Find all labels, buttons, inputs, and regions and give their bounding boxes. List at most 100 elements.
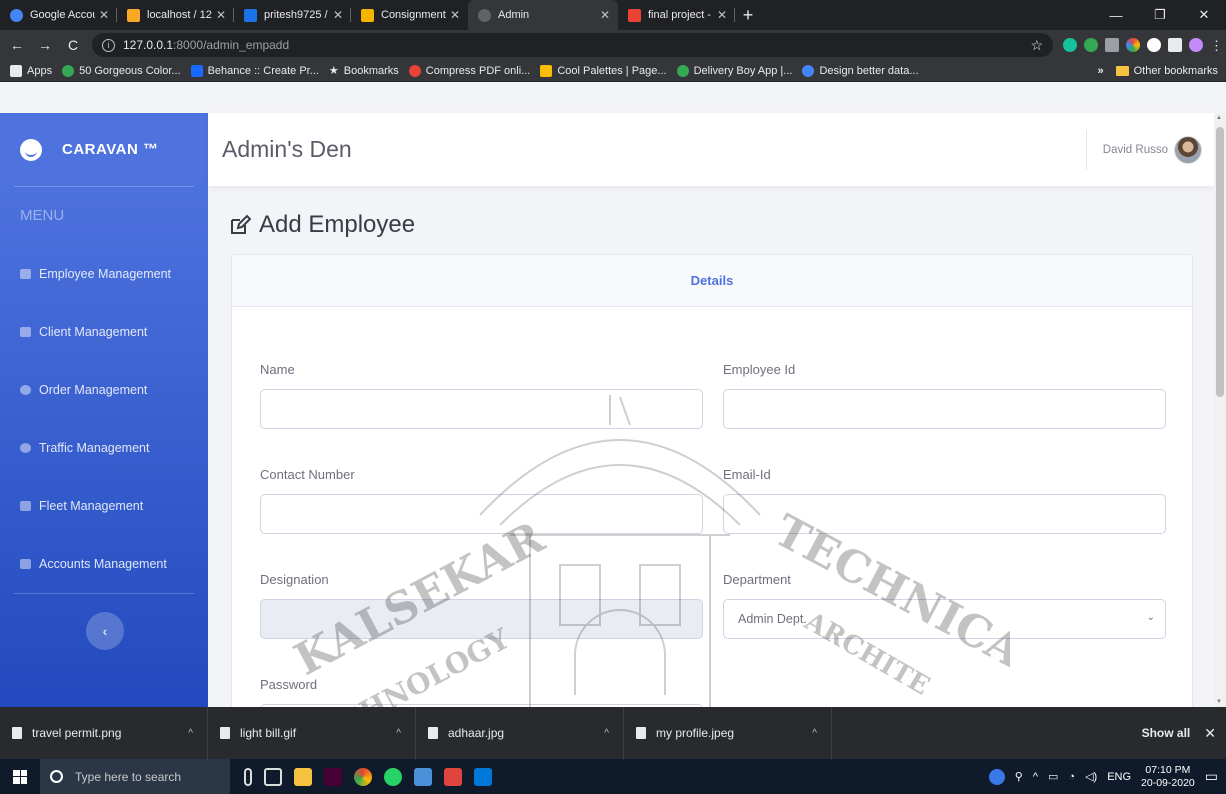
close-icon[interactable]: ✕ [333, 8, 343, 22]
bookmark-item[interactable]: Behance :: Create Pr... [190, 64, 319, 77]
bookmark-label: Bookmarks [343, 64, 399, 77]
extensions-puzzle-icon[interactable] [1168, 38, 1182, 52]
people-icon[interactable]: ⚲ [1015, 770, 1023, 783]
bookmark-label: Delivery Boy App |... [693, 64, 793, 77]
close-icon[interactable]: ✕ [717, 8, 727, 22]
chevron-up-icon[interactable]: ^ [1033, 771, 1038, 783]
bookmark-item[interactable]: Cool Palettes | Page... [540, 64, 667, 77]
grammarly-icon[interactable] [1063, 38, 1077, 52]
name-input[interactable] [260, 389, 703, 429]
chevron-up-icon[interactable]: ^ [396, 728, 401, 739]
browser-tab-consignment[interactable]: Consignment Managem ✕ [351, 0, 468, 30]
contact-number-input[interactable] [260, 494, 703, 534]
vscode-icon[interactable] [474, 767, 492, 786]
globe-icon [478, 8, 491, 22]
download-item[interactable]: travel permit.png ^ [0, 707, 208, 759]
chrome-icon[interactable] [354, 767, 372, 786]
close-icon[interactable]: ✕ [450, 8, 460, 22]
system-tray: ⚲ ^ ▭ ◔ ◁) ENG 07:10 PM 20-09-2020 ▭ [988, 764, 1226, 790]
bookmark-label: Behance :: Create Pr... [207, 64, 319, 77]
chevron-up-icon[interactable]: ^ [812, 728, 817, 739]
bookmark-item[interactable]: Compress PDF onli... [408, 64, 530, 77]
help-icon[interactable] [988, 768, 1005, 785]
scroll-down-icon[interactable]: ▼ [1216, 699, 1222, 705]
reload-icon[interactable]: C [62, 37, 84, 53]
menu-kebab-icon[interactable]: ⋮ [1210, 38, 1223, 53]
tab-label: Consignment Managem [381, 9, 446, 21]
wifi-icon[interactable]: ◔ [1068, 771, 1075, 783]
sidebar-item-accounts-management[interactable]: Accounts Management [0, 535, 208, 593]
minimize-icon[interactable]: — [1094, 0, 1138, 30]
forward-icon[interactable]: → [34, 37, 56, 53]
sidebar-item-order-management[interactable]: Order Management [0, 361, 208, 419]
language-indicator[interactable]: ENG [1107, 771, 1131, 783]
battery-icon[interactable]: ▭ [1048, 770, 1058, 783]
task-view-icon[interactable] [264, 767, 282, 786]
adobe-xd-icon[interactable] [324, 767, 342, 786]
sidebar-item-fleet-management[interactable]: Fleet Management [0, 477, 208, 535]
extension-icon[interactable] [1084, 38, 1098, 52]
browser-tab-phpmyadmin[interactable]: localhost / 127.0.0.1 / lo ✕ [117, 0, 234, 30]
browser-tab-google-account[interactable]: Google Account ✕ [0, 0, 117, 30]
whatsapp-icon[interactable] [384, 767, 402, 786]
scrollbar-thumb[interactable] [1216, 127, 1224, 397]
bookmark-item[interactable]: Delivery Boy App |... [676, 64, 793, 77]
app-icon[interactable] [414, 767, 432, 786]
back-icon[interactable]: ← [6, 37, 28, 53]
close-icon[interactable]: ✕ [1204, 725, 1216, 742]
page-scrollbar[interactable]: ▲ ▼ [1214, 113, 1226, 707]
notifications-icon[interactable]: ▭ [1205, 768, 1218, 785]
employee-id-input[interactable] [723, 389, 1166, 429]
bookmark-item[interactable]: ★ Bookmarks [329, 64, 399, 78]
close-icon[interactable]: ✕ [216, 8, 226, 22]
download-item[interactable]: my profile.jpeg ^ [624, 707, 832, 759]
file-explorer-icon[interactable] [294, 767, 312, 786]
sidebar-item-employee-management[interactable]: Employee Management [0, 245, 208, 303]
chevron-up-icon[interactable]: ^ [604, 728, 609, 739]
address-bar[interactable]: i 127.0.0.1:8000/admin_empadd ☆ [92, 33, 1053, 57]
download-item[interactable]: light bill.gif ^ [208, 707, 416, 759]
extension-icon[interactable] [1105, 38, 1119, 52]
browser-tab-github[interactable]: pritesh9725 / caravan- ✕ [234, 0, 351, 30]
folder-icon [1115, 65, 1129, 76]
designation-input[interactable] [260, 599, 703, 639]
browser-tab-admin[interactable]: Admin ✕ [468, 0, 618, 30]
browser-tab-gmail[interactable]: final project - saqib829 ✕ [618, 0, 735, 30]
windows-start-button[interactable] [0, 759, 40, 794]
info-icon[interactable]: i [102, 38, 115, 52]
sidebar-toggle-button[interactable]: ‹ [86, 612, 124, 650]
bookmark-item[interactable]: 50 Gorgeous Color... [62, 64, 181, 77]
user-menu[interactable]: David Russo [1085, 129, 1214, 170]
email-input[interactable] [723, 494, 1166, 534]
sidebar-item-traffic-management[interactable]: Traffic Management [0, 419, 208, 477]
profile-icon[interactable] [1189, 38, 1203, 52]
close-icon[interactable]: ✕ [600, 8, 610, 22]
color-picker-icon[interactable] [1126, 38, 1140, 52]
close-window-icon[interactable]: ✕ [1182, 0, 1226, 30]
bookmark-label: 50 Gorgeous Color... [79, 64, 181, 77]
fonts-icon[interactable] [1147, 38, 1161, 52]
show-all-downloads-button[interactable]: Show all [1142, 726, 1191, 740]
app-icon[interactable] [444, 767, 462, 786]
taskbar-search[interactable]: Type here to search [40, 759, 230, 794]
other-bookmarks[interactable]: Other bookmarks [1134, 65, 1218, 77]
bookmark-item[interactable]: Design better data... [802, 64, 919, 77]
bookmark-apps[interactable]: Apps [10, 64, 52, 77]
new-tab-button[interactable]: + [735, 0, 761, 30]
taskbar-apps [244, 767, 492, 786]
divider [14, 593, 194, 594]
chevron-up-icon[interactable]: ^ [188, 728, 193, 739]
clock[interactable]: 07:10 PM 20-09-2020 [1141, 764, 1195, 790]
scroll-up-icon[interactable]: ▲ [1216, 115, 1222, 121]
download-item[interactable]: adhaar.jpg ^ [416, 707, 624, 759]
volume-icon[interactable]: ◁) [1085, 770, 1097, 783]
microphone-icon[interactable] [244, 767, 252, 786]
bookmarks-overflow-icon[interactable]: » [1098, 65, 1104, 77]
brand[interactable]: CARAVAN ™ [0, 113, 208, 186]
sidebar-item-client-management[interactable]: Client Management [0, 303, 208, 361]
department-select[interactable]: Admin Dept. ⌄ [723, 599, 1166, 639]
restore-icon[interactable]: ❐ [1138, 0, 1182, 30]
file-icon [220, 727, 230, 739]
close-icon[interactable]: ✕ [99, 8, 109, 22]
bookmark-star-icon[interactable]: ☆ [1030, 37, 1043, 54]
